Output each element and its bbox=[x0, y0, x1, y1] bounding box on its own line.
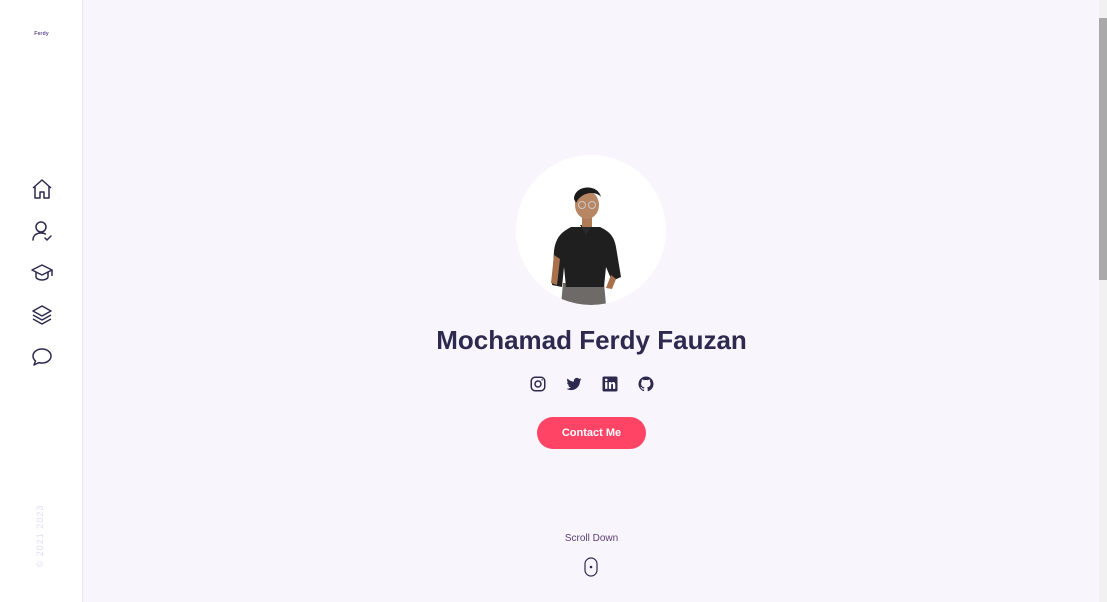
copyright: © 2021 2023 bbox=[35, 504, 45, 568]
linkedin-icon bbox=[602, 376, 617, 392]
twitter-icon bbox=[566, 377, 581, 391]
scroll-down-label[interactable]: Scroll Down bbox=[84, 533, 1099, 544]
instagram-link[interactable] bbox=[529, 375, 547, 393]
nav-portfolio[interactable] bbox=[30, 303, 54, 327]
profile-photo bbox=[516, 155, 666, 305]
graduation-cap-icon bbox=[30, 264, 53, 281]
contact-me-button[interactable]: Contact Me bbox=[537, 417, 646, 449]
nav-education[interactable] bbox=[30, 261, 54, 285]
instagram-icon bbox=[530, 376, 545, 392]
mouse-scroll-icon[interactable] bbox=[584, 557, 598, 577]
github-icon bbox=[638, 376, 653, 392]
twitter-link[interactable] bbox=[565, 375, 583, 393]
nav-contact[interactable] bbox=[30, 345, 54, 369]
sidebar-nav bbox=[0, 177, 83, 387]
scrollbar-thumb[interactable] bbox=[1099, 18, 1107, 280]
logo[interactable]: Ferdy bbox=[0, 31, 83, 37]
hero-section: Mochamad Ferdy Fauzan Contact Me Scroll … bbox=[84, 0, 1099, 602]
nav-about[interactable] bbox=[30, 219, 54, 243]
profile-name: Mochamad Ferdy Fauzan bbox=[436, 325, 747, 355]
social-links bbox=[84, 375, 1099, 393]
github-link[interactable] bbox=[637, 375, 655, 393]
linkedin-link[interactable] bbox=[601, 375, 619, 393]
nav-home[interactable] bbox=[30, 177, 54, 201]
home-icon bbox=[32, 179, 51, 199]
page-scrollbar[interactable] bbox=[1099, 0, 1107, 602]
sidebar: Ferdy © 2021 2023 bbox=[0, 0, 83, 602]
message-icon bbox=[31, 348, 52, 366]
layers-icon bbox=[31, 305, 52, 325]
user-check-icon bbox=[31, 221, 52, 242]
